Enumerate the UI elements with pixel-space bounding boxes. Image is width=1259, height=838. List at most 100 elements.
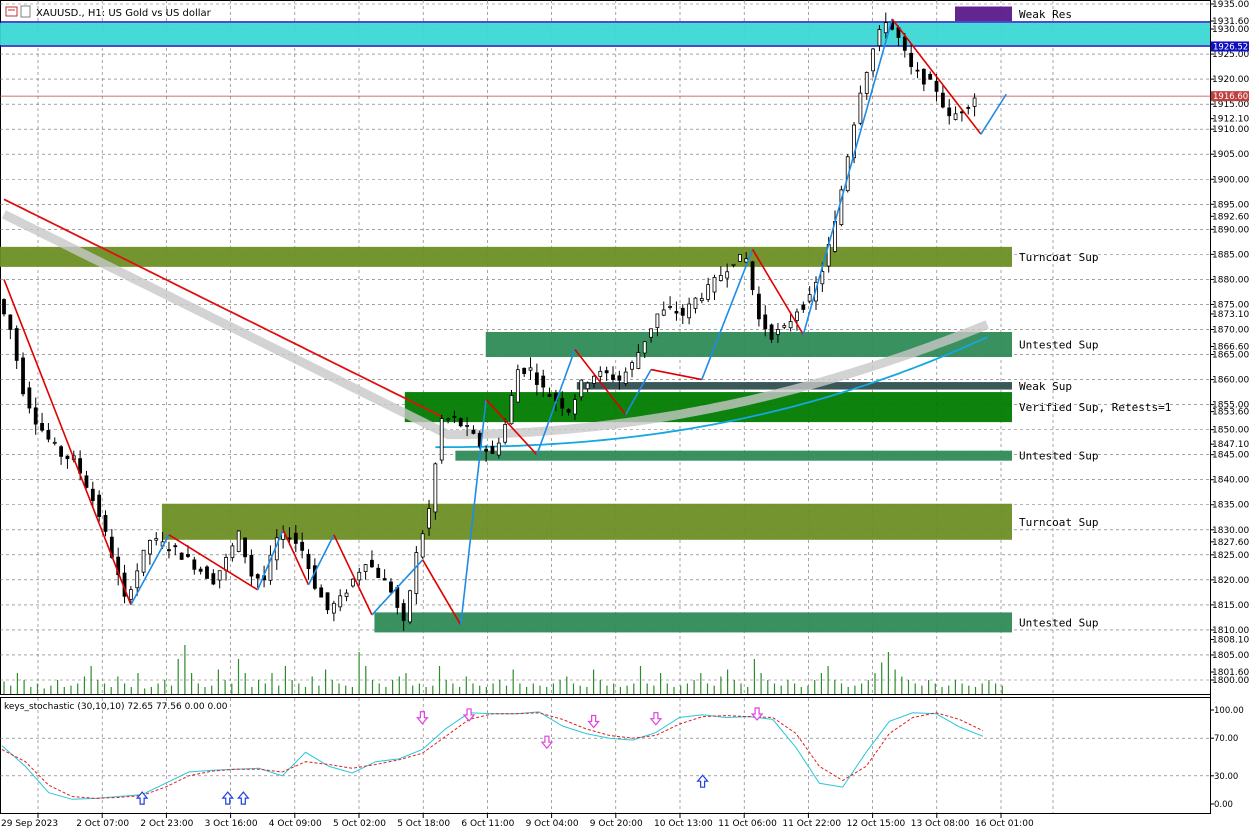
candle[interactable]: [611, 366, 615, 383]
candle[interactable]: [737, 253, 742, 262]
candle[interactable]: [344, 589, 349, 602]
candle[interactable]: [65, 455, 70, 469]
candle[interactable]: [458, 417, 463, 428]
price-axis[interactable]: 1935.001931.601930.001925.001920.001915.…: [1210, 0, 1249, 810]
candle[interactable]: [224, 553, 228, 581]
candle[interactable]: [382, 569, 387, 581]
candle[interactable]: [420, 530, 425, 559]
candle[interactable]: [306, 549, 311, 580]
candle[interactable]: [763, 305, 768, 337]
candle[interactable]: [915, 62, 920, 79]
candle[interactable]: [21, 352, 25, 397]
candle[interactable]: [414, 546, 419, 605]
candle[interactable]: [750, 260, 755, 296]
candle[interactable]: [439, 414, 444, 464]
candle[interactable]: [496, 437, 501, 459]
time-axis[interactable]: 29 Sep 2023 2 Oct 07:00 2 Oct 23:00 3 Oct 1…: [1, 814, 1034, 829]
candle[interactable]: [338, 589, 343, 612]
candle[interactable]: [198, 566, 203, 575]
candle[interactable]: [718, 266, 723, 282]
candle[interactable]: [243, 537, 247, 564]
candle[interactable]: [864, 71, 869, 100]
candle[interactable]: [858, 85, 863, 126]
candle[interactable]: [192, 556, 197, 575]
candle[interactable]: [370, 550, 374, 568]
candle[interactable]: [940, 84, 945, 109]
candle[interactable]: [167, 541, 171, 559]
candle[interactable]: [712, 274, 717, 300]
candle[interactable]: [693, 297, 698, 314]
candle[interactable]: [408, 589, 412, 625]
candle[interactable]: [795, 308, 799, 331]
candle[interactable]: [604, 366, 609, 381]
candle[interactable]: [972, 93, 977, 117]
candle[interactable]: [757, 286, 761, 327]
candle[interactable]: [2, 298, 6, 317]
candle[interactable]: [661, 301, 666, 317]
candle[interactable]: [668, 296, 672, 310]
candle[interactable]: [59, 444, 63, 465]
candle[interactable]: [33, 397, 38, 435]
candle[interactable]: [947, 99, 952, 125]
candle[interactable]: [674, 301, 679, 321]
candle[interactable]: [148, 539, 152, 565]
stochastic-indicator[interactable]: [0, 707, 1210, 805]
candle[interactable]: [14, 325, 19, 370]
candle[interactable]: [84, 470, 89, 489]
candle-body: [687, 303, 692, 319]
candle[interactable]: [27, 381, 32, 414]
candle[interactable]: [230, 542, 235, 562]
candle[interactable]: [325, 592, 330, 615]
candle[interactable]: [515, 364, 520, 403]
candle[interactable]: [8, 314, 13, 340]
candle[interactable]: [217, 570, 222, 589]
candle-body: [395, 587, 400, 608]
price-chart[interactable]: 1935.001931.601930.001925.001920.001915.…: [0, 0, 1259, 835]
candle[interactable]: [782, 323, 787, 330]
candle[interactable]: [97, 490, 102, 522]
candle[interactable]: [509, 390, 514, 425]
candle[interactable]: [46, 423, 51, 443]
candle[interactable]: [471, 425, 476, 435]
candle[interactable]: [953, 106, 958, 121]
chart-window[interactable]: 1935.00 1931.60 1930.00 1925.00 1920.00 1915.…: [0, 0, 1259, 835]
candle[interactable]: [154, 532, 159, 546]
candle[interactable]: [928, 71, 933, 80]
candle[interactable]: [357, 567, 362, 586]
candle[interactable]: [801, 301, 806, 313]
candle[interactable]: [376, 563, 381, 579]
candle[interactable]: [319, 584, 324, 598]
candle[interactable]: [211, 569, 216, 586]
candle[interactable]: [173, 543, 178, 556]
candle[interactable]: [363, 563, 368, 580]
candle[interactable]: [585, 381, 590, 393]
candle[interactable]: [921, 68, 926, 92]
candle[interactable]: [179, 552, 184, 560]
candle[interactable]: [966, 105, 971, 115]
candle[interactable]: [522, 367, 527, 377]
candle[interactable]: [116, 547, 121, 586]
candle[interactable]: [528, 357, 533, 380]
candle[interactable]: [534, 363, 539, 396]
candle[interactable]: [141, 549, 146, 577]
candle[interactable]: [52, 437, 57, 446]
candle[interactable]: [205, 565, 209, 579]
candle[interactable]: [687, 297, 692, 325]
candle[interactable]: [490, 440, 495, 455]
candle[interactable]: [623, 367, 628, 386]
candle[interactable]: [871, 48, 875, 78]
candle[interactable]: [268, 545, 273, 585]
candle[interactable]: [699, 292, 704, 304]
candle[interactable]: [680, 304, 685, 325]
candle[interactable]: [236, 530, 241, 553]
candle[interactable]: [331, 600, 336, 622]
candle[interactable]: [433, 462, 438, 520]
candle[interactable]: [630, 360, 634, 378]
candle[interactable]: [40, 412, 44, 433]
candle[interactable]: [706, 277, 711, 303]
candle[interactable]: [725, 263, 730, 288]
candle[interactable]: [351, 578, 355, 588]
candle[interactable]: [909, 43, 914, 75]
candle[interactable]: [103, 510, 108, 537]
candle[interactable]: [839, 185, 844, 227]
